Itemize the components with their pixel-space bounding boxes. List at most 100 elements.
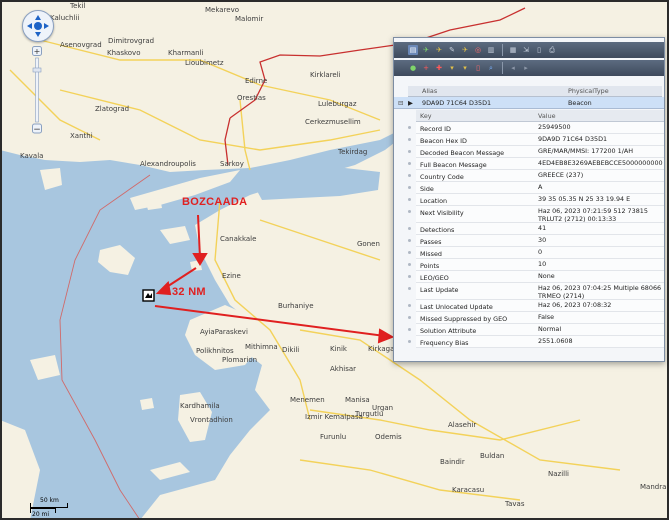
place-label: Cerkezmusellim: [305, 118, 361, 126]
place-label: Mithimna: [245, 343, 278, 351]
arrow-icon[interactable]: ▸: [521, 63, 531, 73]
place-label: Zlatograd: [95, 105, 130, 113]
row-bullet-icon: [408, 287, 411, 290]
detail-row[interactable]: Points 10: [408, 259, 664, 271]
detail-row[interactable]: Missed Suppressed by GEO DetectionsFalse: [408, 312, 664, 331]
detail-row[interactable]: Missed 0: [408, 247, 664, 259]
place-label: Asenovgrad: [60, 41, 102, 49]
beacon-type: Beacon: [568, 99, 592, 107]
place-label: Kinik: [330, 345, 347, 353]
detail-value: 2551.0608: [538, 337, 573, 345]
detail-row[interactable]: Frequency Bias 2551.0608: [408, 336, 664, 348]
island-label: BOZCAADA: [182, 196, 248, 208]
edit-icon[interactable]: ✎: [447, 45, 457, 55]
place-label: Dikili: [282, 346, 300, 354]
place-label: Manisa: [345, 396, 370, 404]
expand-icon[interactable]: ⊟: [398, 99, 403, 107]
value-column-header[interactable]: Value: [538, 112, 556, 120]
detail-row[interactable]: Passes 30: [408, 235, 664, 247]
place-label: Kharmanli: [168, 49, 204, 57]
detail-value: 9DA9D 71C64 D35D1: [538, 135, 608, 143]
detail-value: Normal: [538, 325, 562, 333]
beacon-info-panel: ▤ ✈ ✈ ✎ ✈ ◎ ▥ ▦ ⇲ ▯ ⎙ ● + ✚ ▾ ▾ ▯ ⌕ ◂ ▸ …: [393, 37, 665, 362]
table-icon[interactable]: ▤: [408, 45, 418, 55]
key-column-header[interactable]: Key: [420, 112, 432, 120]
detail-key: Last Unlocated Update: [420, 303, 493, 311]
add-icon[interactable]: +: [421, 63, 431, 73]
place-label: Odemis: [375, 433, 402, 441]
zoom-slider[interactable]: + −: [32, 46, 42, 136]
export-icon[interactable]: ⇲: [521, 45, 531, 55]
detail-row[interactable]: Beacon Hex ID 9DA9D 71C64 D35D1: [408, 134, 664, 146]
place-label: Tekirdag: [338, 148, 368, 156]
type-column-header[interactable]: PhysicalType: [568, 87, 609, 95]
detail-row[interactable]: Last Update Haz 06, 2023 07:04:25 Multipl…: [408, 283, 664, 300]
target-icon[interactable]: ◎: [473, 45, 483, 55]
detail-row[interactable]: Country Code GREECE (237): [408, 170, 664, 182]
detail-key: Solution Attribute: [420, 327, 477, 335]
grid-icon[interactable]: ▦: [508, 45, 518, 55]
document-icon[interactable]: ▯: [534, 45, 544, 55]
alias-column-header[interactable]: Alias: [422, 87, 437, 95]
detail-key: Frequency Bias: [420, 339, 469, 347]
plane-icon[interactable]: ✈: [460, 45, 470, 55]
detail-key: Detections: [420, 226, 455, 234]
map-application: Tekil Kaluchlii Mekarevo Malomir Asenovgrad D…: [0, 0, 669, 520]
detail-row[interactable]: Detections 41: [408, 223, 664, 235]
detail-row[interactable]: Full Beacon Message 4ED4EB8E3269AEBEBCCE5…: [408, 158, 664, 170]
column-icon[interactable]: ▯: [473, 63, 483, 73]
row-bullet-icon: [408, 340, 411, 343]
row-bullet-icon: [408, 304, 411, 307]
zoom-thumb: [32, 67, 42, 73]
detail-key: Next Visibility: [420, 209, 464, 217]
place-label: Kardhamila: [180, 402, 220, 410]
place-label: Tavas: [505, 500, 525, 508]
place-label: Ezine: [222, 272, 241, 280]
place-label: Sarkoy: [220, 160, 244, 168]
detail-row[interactable]: LEO/GEO None: [408, 271, 664, 283]
filter-icon[interactable]: ▾: [447, 63, 457, 73]
beacon-grid-header: Alias PhysicalType: [408, 86, 662, 97]
detail-value: GREECE (237): [538, 171, 584, 179]
dataset-icon[interactable]: ▥: [486, 45, 496, 55]
detail-value: 0: [538, 248, 543, 256]
detail-value: 39 35 05.35 N 25 33 19.94 E: [538, 195, 631, 203]
plane-icon[interactable]: ✈: [421, 45, 431, 55]
place-label: Baindir: [440, 458, 465, 466]
place-label: Lioubimetz: [185, 59, 224, 67]
detail-value: 30: [538, 236, 547, 244]
detail-row[interactable]: Next Visibility Haz 06, 2023 07:21:59 512…: [408, 206, 664, 223]
arrow-icon[interactable]: ◂: [508, 63, 518, 73]
printer-icon[interactable]: ⎙: [547, 45, 557, 55]
island-psara: [140, 398, 154, 410]
row-bullet-icon: [408, 186, 411, 189]
row-bullet-icon: [408, 150, 411, 153]
beacon-icon[interactable]: ●: [408, 63, 418, 73]
scale-bar: 50 km 20 mi: [30, 497, 78, 518]
detail-row[interactable]: Decoded Beacon Message GRE/MAR/MMSI: 1772…: [408, 146, 664, 158]
place-label: Alasehir: [448, 421, 477, 429]
detail-row[interactable]: Solution Attribute Normal: [408, 324, 664, 336]
row-bullet-icon: [408, 198, 411, 201]
place-label: Mekarevo: [205, 6, 240, 14]
detail-row[interactable]: Record ID 25949500: [408, 122, 664, 134]
row-bullet-icon: [408, 138, 411, 141]
place-label: Malomir: [235, 15, 264, 23]
place-label: Polikhnitos: [196, 347, 234, 355]
pan-control[interactable]: [22, 10, 54, 42]
place-label: Buldan: [480, 452, 505, 460]
detail-key: Points: [420, 262, 440, 270]
plane-icon[interactable]: ✈: [434, 45, 444, 55]
detail-row[interactable]: Side A: [408, 182, 664, 194]
place-label: Furunlu: [320, 433, 347, 441]
delete-icon[interactable]: ✚: [434, 63, 444, 73]
search-icon[interactable]: ⌕: [486, 63, 496, 73]
detail-value: None: [538, 272, 555, 280]
detail-value: Haz 06, 2023 07:08:32: [538, 301, 612, 309]
place-label: Karacasu: [452, 486, 485, 494]
detail-row[interactable]: Location 39 35 05.35 N 25 33 19.94 E: [408, 194, 664, 206]
detail-row[interactable]: Last Unlocated Update Haz 06, 2023 07:08:…: [408, 300, 664, 312]
detail-value: 4ED4EB8E3269AEBEBCCE5000000000: [538, 159, 663, 167]
beacon-row[interactable]: ⊟ ▶ 9DA9D 71C64 D35D1 Beacon: [394, 97, 664, 109]
filter-icon[interactable]: ▾: [460, 63, 470, 73]
